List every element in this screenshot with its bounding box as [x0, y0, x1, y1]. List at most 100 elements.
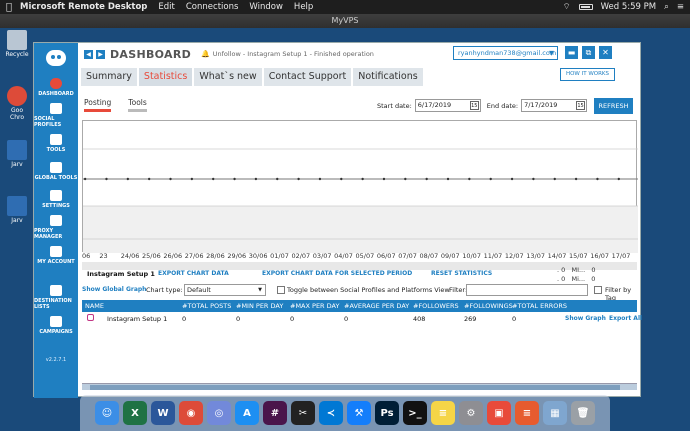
chrome-icon[interactable]: ◉	[179, 401, 203, 425]
sidebar-item-social-profiles[interactable]: SOCIAL PROFILES	[34, 101, 78, 129]
dock-glyph: ≡	[438, 407, 448, 419]
discord-icon[interactable]: ◎	[207, 401, 231, 425]
subtab-posting[interactable]: Posting	[84, 98, 112, 112]
menu-window[interactable]: Window	[249, 2, 283, 12]
back-button[interactable]: ◀	[84, 49, 93, 59]
sidebar-item-dashboard[interactable]: DASHBOARD	[34, 73, 78, 101]
remote-desktop-icon[interactable]: ▣	[487, 401, 511, 425]
chart-type-select[interactable]: Default ▼	[184, 284, 266, 296]
sidebar-item-label: SOCIAL PROFILES	[34, 115, 62, 128]
sidebar-item-campaigns[interactable]: CAMPAIGNS	[34, 311, 78, 339]
sidebar-item-settings[interactable]: SETTINGS	[34, 185, 78, 213]
col-followers[interactable]: #FOLLOWERS	[413, 302, 459, 310]
menu-app-name[interactable]: Microsoft Remote Desktop	[20, 2, 147, 12]
x-tick-label: 01/07	[270, 252, 289, 260]
dock-glyph: ✂	[298, 407, 308, 419]
toggle-view-checkbox[interactable]	[277, 286, 285, 294]
sidebar-item-label: DASHBOARD	[38, 90, 74, 97]
desktop-icon-google-chrome[interactable]: Goo Chro	[4, 86, 30, 121]
word-icon[interactable]: W	[151, 401, 175, 425]
col-followings[interactable]: #FOLLOWINGS	[464, 302, 513, 310]
menu-help[interactable]: Help	[294, 2, 313, 12]
apple-menu-icon[interactable]: 	[6, 2, 12, 13]
col-total-posts[interactable]: #TOTAL POSTS	[182, 302, 231, 310]
end-date-input[interactable]: 7/17/2019 15	[521, 99, 588, 112]
sidebar-item-my-account[interactable]: MY ACCOUNT	[34, 241, 78, 269]
dock-glyph: >_	[408, 407, 422, 419]
col-max-per-day[interactable]: #MAX PER DAY	[290, 302, 339, 310]
xcode-icon[interactable]: ⚒	[347, 401, 371, 425]
sidebar-item-global-tools[interactable]: GLOBAL TOOLS	[34, 157, 78, 185]
wifi-icon[interactable]: ⌔	[563, 2, 571, 12]
subtab-tools[interactable]: Tools	[128, 98, 147, 112]
export-chart-data-link[interactable]: EXPORT CHART DATA	[158, 270, 229, 277]
export-all-link[interactable]: Export All	[609, 315, 642, 322]
start-date-input[interactable]: 6/17/2019 15	[414, 99, 481, 112]
tab-summary[interactable]: Summary	[81, 68, 137, 86]
table-scrollbar[interactable]	[82, 383, 637, 390]
how-it-works-button[interactable]: HOW IT WORKS	[560, 68, 615, 81]
notes-icon[interactable]: ≡	[431, 401, 455, 425]
tab-whats-new[interactable]: What`s new	[194, 68, 262, 86]
popout-button[interactable]: ⧉	[582, 46, 595, 59]
menu-edit[interactable]: Edit	[158, 2, 174, 12]
forward-button[interactable]: ▶	[96, 49, 105, 59]
capcut-icon[interactable]: ✂	[291, 401, 315, 425]
col-name[interactable]: NAME	[85, 302, 104, 310]
tab-notifications[interactable]: Notifications	[353, 68, 423, 86]
table-row[interactable]: Instagram Setup 1 0 0 0 0 408 269 0 Show…	[82, 313, 642, 324]
cell-name: Instagram Setup 1	[107, 315, 168, 323]
x-tick-label: 30/06	[248, 252, 268, 260]
sidebar-item-destination-lists[interactable]: DESTINATION LISTS	[34, 283, 78, 311]
app-logo	[34, 43, 78, 73]
col-min-per-day[interactable]: #MIN PER DAY	[236, 302, 283, 310]
sidebar-item-tools[interactable]: TOOLS	[34, 129, 78, 157]
slack-icon[interactable]: #	[263, 401, 287, 425]
jarvee-window: DASHBOARD SOCIAL PROFILES TOOLS GLOBAL TOOL…	[33, 42, 642, 398]
bell-icon: 🔔	[201, 50, 210, 58]
app-store-icon[interactable]: A	[235, 401, 259, 425]
chart-point	[553, 177, 556, 181]
close-button[interactable]: ✕	[599, 46, 612, 59]
filter-input[interactable]	[466, 284, 588, 296]
vscode-icon[interactable]: ≺	[319, 401, 343, 425]
desktop-icon-recycle-bin[interactable]: Recycle	[4, 30, 30, 58]
terminal-icon[interactable]: >_	[403, 401, 427, 425]
tab-contact-support[interactable]: Contact Support	[263, 68, 352, 86]
desktop-icon-jarvee-2[interactable]: Jarv	[4, 196, 30, 224]
account-select[interactable]: ryanhyndman738@gmail.com ▼	[453, 46, 558, 60]
chart-point	[446, 177, 450, 181]
preview-icon[interactable]: ▦	[543, 401, 567, 425]
cell-max-per-day: 0	[290, 315, 295, 323]
export-selected-period-link[interactable]: EXPORT CHART DATA FOR SELECTED PERIOD	[262, 270, 412, 277]
app-icon	[7, 140, 27, 160]
refresh-button[interactable]: REFRESH	[594, 98, 633, 114]
battery-icon[interactable]	[578, 4, 593, 10]
reset-statistics-link[interactable]: RESET STATISTICS	[431, 270, 492, 277]
control-center-icon[interactable]: ≡	[677, 2, 684, 12]
search-icon[interactable]: ⌕	[664, 2, 669, 12]
menu-connections[interactable]: Connections	[186, 2, 239, 12]
calendar-icon[interactable]: 15	[576, 101, 586, 110]
show-global-graph-link[interactable]: Show Global Graph	[82, 286, 146, 293]
menubar-clock[interactable]: Wed 5:59 PM	[601, 2, 656, 12]
finder-icon[interactable]: ☺	[95, 401, 119, 425]
chart-scrollbar[interactable]	[82, 262, 637, 270]
minimize-button[interactable]: ▬	[565, 46, 578, 59]
photoshop-icon[interactable]: Ps	[375, 401, 399, 425]
system-preferences-icon[interactable]: ⚙	[459, 401, 483, 425]
calendar-icon[interactable]: 15	[469, 101, 479, 110]
col-total-errors[interactable]: #TOTAL ERRORS	[512, 302, 567, 310]
scrollbar-thumb[interactable]	[90, 385, 620, 390]
show-graph-link[interactable]: Show Graph	[565, 315, 606, 322]
desktop-icon-jarvee-1[interactable]: Jarv	[4, 140, 30, 168]
chart-point	[276, 177, 279, 181]
reeder-icon[interactable]: ≡	[515, 401, 539, 425]
trash-icon[interactable]: 🗑	[571, 401, 595, 425]
chart-point	[126, 177, 130, 181]
sidebar-item-proxy-manager[interactable]: PROXY MANAGER	[34, 213, 78, 241]
excel-icon[interactable]: X	[123, 401, 147, 425]
filter-by-tag-checkbox[interactable]	[594, 286, 602, 294]
col-average-per-day[interactable]: #AVERAGE PER DAY	[344, 302, 409, 310]
tab-statistics[interactable]: Statistics	[138, 68, 193, 86]
